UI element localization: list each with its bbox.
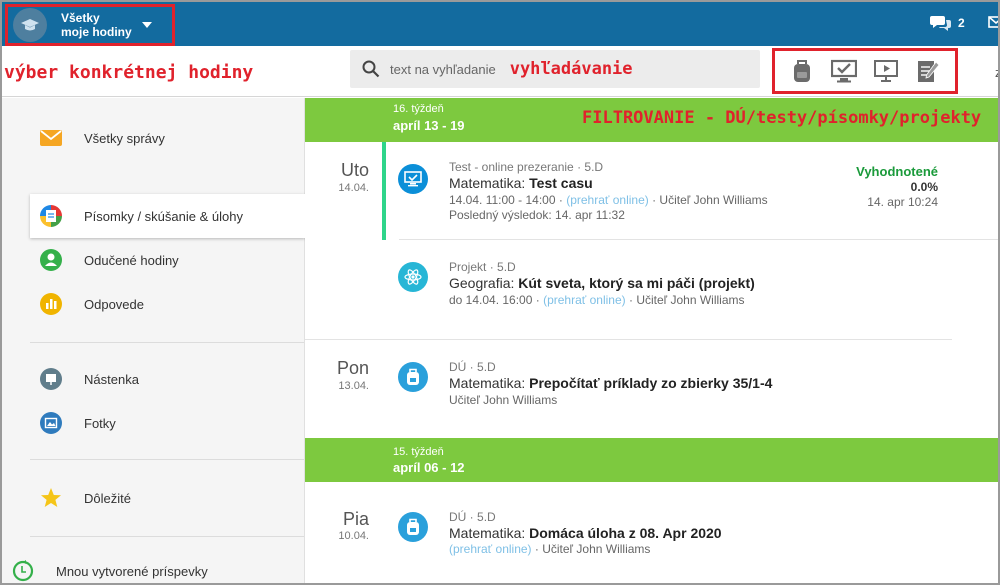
week-dates: apríl 13 - 19 <box>393 118 465 133</box>
entry-title-line[interactable]: Geografia: Kút sveta, ktorý sa mi páči (… <box>449 275 755 291</box>
sidebar-item-assignments[interactable]: Písomky / skúšanie & úlohy <box>30 194 305 238</box>
graduation-cap-icon <box>13 8 47 42</box>
app-frame: Všetky moje hodiny 2 výber konkrétnej ho… <box>0 0 1000 585</box>
board-icon <box>40 368 62 390</box>
entry-type-line: Test - online prezeranie · 5.D <box>449 160 604 174</box>
backpack-icon <box>398 362 428 392</box>
entry-meta-line: 14.04. 11:00 - 14:00 · (prehrať online) … <box>449 193 768 207</box>
search-input[interactable]: text na vyhľadanie <box>390 62 496 77</box>
sidebar: Všetky správy Písomky / skúšanie & úlohy… <box>2 98 305 583</box>
status-label: Vyhodnotené <box>856 164 938 179</box>
toolbar: výber konkrétnej hodiny text na vyhľadan… <box>2 46 998 97</box>
annotation-search: vyhľadávanie <box>509 59 633 79</box>
annotation-filtering: FILTROVANIE - DÚ/testy/písomky/projekty <box>582 108 982 128</box>
project-atom-icon <box>398 262 428 292</box>
day-block: Pon 13.04. DÚ · 5.D Matematika: Prepočít… <box>305 340 952 438</box>
class-selector-line2: moje hodiny <box>61 25 132 39</box>
class-selector[interactable]: Všetky moje hodiny <box>5 4 175 46</box>
day-date: 14.04. <box>338 182 369 194</box>
presentation-play-icon <box>874 60 898 82</box>
filter-exams-button[interactable] <box>871 56 901 86</box>
score-value: 0.0% <box>910 180 938 194</box>
week-header: 16. týždeň apríl 13 - 19 FILTROVANIE - D… <box>305 98 998 142</box>
filter-tests-button[interactable] <box>829 56 859 86</box>
annotation-class-selection: výber konkrétnej hodiny <box>4 62 254 83</box>
filter-projects-button[interactable] <box>913 56 943 86</box>
play-online-link[interactable]: (prehrať online) <box>566 193 649 207</box>
week-dates: apríl 06 - 12 <box>393 460 465 475</box>
filter-toolbar <box>772 48 958 94</box>
backpack-icon <box>794 60 810 82</box>
assignments-icon <box>40 205 62 227</box>
class-selector-line1: Všetky <box>61 11 100 25</box>
day-date: 13.04. <box>338 380 369 392</box>
day-block: Pia 10.04. DÚ · 5.D Matematika: Domáca ú… <box>305 482 952 583</box>
entry-title: Test casu <box>529 175 593 191</box>
entry-title-line: Matematika: Test casu <box>449 175 593 191</box>
messages-button[interactable]: 2 <box>930 14 965 32</box>
sidebar-item-label: Mnou vytvorené príspevky <box>56 563 208 579</box>
entry-type-line: Projekt · 5.D <box>449 260 516 274</box>
timeline: 16. týždeň apríl 13 - 19 FILTROVANIE - D… <box>305 98 998 583</box>
class-selector-label: Všetky moje hodiny <box>61 11 136 39</box>
sidebar-item-board[interactable]: Nástenka <box>2 357 304 401</box>
day-block: Uto 14.04. Test - online prezeranie · 5.… <box>305 142 998 340</box>
sidebar-item-photos[interactable]: Fotky <box>2 401 304 445</box>
sidebar-item-my-posts[interactable]: Mnou vytvorené príspevky <box>2 549 304 583</box>
play-online-link[interactable]: (prehrať online) <box>543 293 626 307</box>
week-header: 15. týždeň apríl 06 - 12 <box>305 438 998 482</box>
cut-off-text: z <box>995 65 998 80</box>
notepad-pen-icon <box>918 61 940 82</box>
photo-icon <box>40 412 62 434</box>
person-icon <box>40 249 62 271</box>
play-online-link[interactable]: (prehrať online) <box>449 542 532 556</box>
entry-title-line[interactable]: Matematika: Prepočítať príklady zo zbier… <box>449 375 772 391</box>
message-count: 2 <box>958 16 965 30</box>
entry-status: Vyhodnotené 0.0% 14. apr 10:24 <box>856 164 938 209</box>
status-date: 14. apr 10:24 <box>867 195 938 209</box>
entry-title: Kút sveta, ktorý sa mi páči (projekt) <box>518 275 755 291</box>
entry-meta-line: (prehrať online) · Učiteľ John Williams <box>449 542 651 556</box>
today-marker <box>382 142 386 240</box>
star-icon <box>40 487 62 509</box>
mail-icon[interactable] <box>988 15 998 34</box>
entry-title-line[interactable]: Matematika: Domáca úloha z 08. Apr 2020 <box>449 525 722 541</box>
day-name: Uto <box>340 160 369 180</box>
sidebar-item-label: Fotky <box>84 415 116 431</box>
sidebar-item-label: Odpovede <box>84 296 144 312</box>
test-monitor-icon <box>398 164 428 194</box>
sidebar-item-taught-lessons[interactable]: Odučené hodiny <box>2 238 304 282</box>
day-name: Pia <box>342 509 369 529</box>
top-bar: Všetky moje hodiny 2 <box>2 2 998 46</box>
entry-last-result: Posledný výsledok: 14. apr 11:32 <box>449 208 625 222</box>
entry-meta-line: do 14.04. 16:00 · (prehrať online) · Uči… <box>449 293 745 307</box>
day-name: Pon <box>336 358 369 378</box>
sidebar-item-answers[interactable]: Odpovede <box>2 282 304 326</box>
sidebar-item-label: Nástenka <box>84 371 139 387</box>
filter-homework-button[interactable] <box>787 56 817 86</box>
sidebar-item-label: Dôležité <box>84 490 131 506</box>
entry-title: Prepočítať príklady zo zbierky 35/1-4 <box>529 375 773 391</box>
week-label: 16. týždeň <box>393 103 444 115</box>
entry-title: Domáca úloha z 08. Apr 2020 <box>529 525 722 541</box>
sidebar-item-important[interactable]: Dôležité <box>2 476 304 520</box>
week-label: 15. týždeň <box>393 446 444 458</box>
refresh-icon <box>12 560 34 582</box>
sidebar-item-label: Písomky / skúšanie & úlohy <box>84 208 243 224</box>
chat-bubbles-icon <box>930 16 951 31</box>
entry-type-line: DÚ · 5.D <box>449 360 496 374</box>
sidebar-item-label: Všetky správy <box>84 130 165 146</box>
monitor-check-icon <box>831 59 857 83</box>
entry-type-line: DÚ · 5.D <box>449 510 496 524</box>
sidebar-item-label: Odučené hodiny <box>84 252 179 268</box>
entry-meta-line: Učiteľ John Williams <box>449 393 558 407</box>
search-box[interactable]: text na vyhľadanie vyhľadávanie <box>350 50 760 88</box>
envelope-icon <box>40 127 62 149</box>
search-icon <box>362 60 380 78</box>
caret-down-icon <box>142 22 152 28</box>
sidebar-item-all-messages[interactable]: Všetky správy <box>2 116 304 160</box>
backpack-icon <box>398 512 428 542</box>
bar-chart-icon <box>40 293 62 315</box>
day-date: 10.04. <box>338 530 369 542</box>
